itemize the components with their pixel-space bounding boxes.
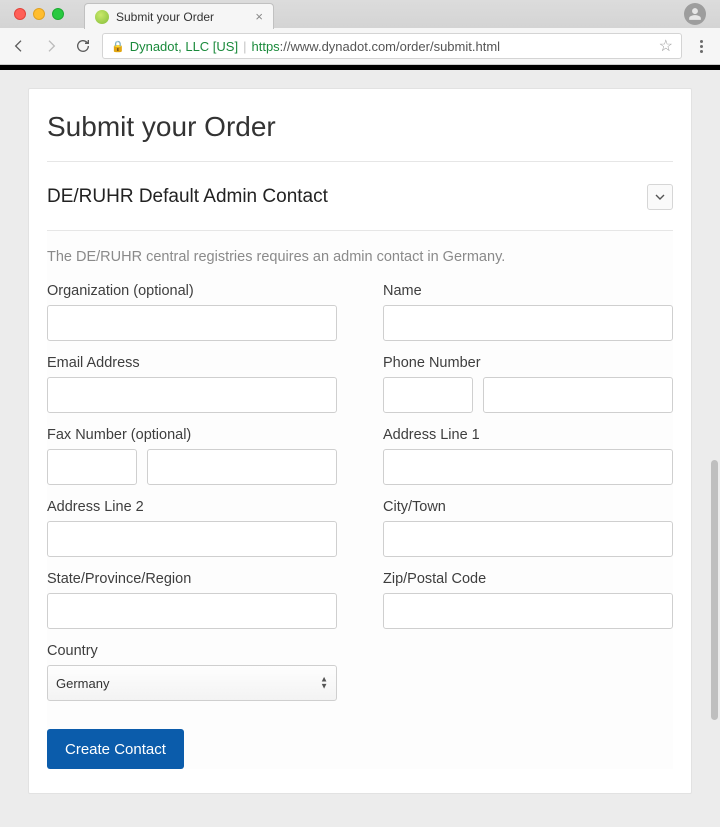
section-header: DE/RUHR Default Admin Contact	[47, 184, 673, 210]
phone-number-input[interactable]	[483, 377, 673, 413]
ev-cert-label: Dynadot, LLC [US]	[130, 39, 238, 54]
page-title: Submit your Order	[47, 111, 673, 143]
state-label: State/Province/Region	[47, 571, 337, 587]
country-field: Country Germany ▲▼	[47, 643, 337, 701]
fax-number-input[interactable]	[147, 449, 337, 485]
address2-field: Address Line 2	[47, 499, 337, 557]
tab-bar: Submit your Order ×	[0, 0, 720, 28]
url-path: ://www.dynadot.com/order/submit.html	[280, 39, 500, 54]
name-field: Name	[383, 283, 673, 341]
section-collapse-button[interactable]	[647, 184, 673, 210]
country-select[interactable]: Germany	[47, 665, 337, 701]
back-button[interactable]	[6, 33, 32, 59]
reload-button[interactable]	[70, 33, 96, 59]
phone-field: Phone Number	[383, 355, 673, 413]
city-label: City/Town	[383, 499, 673, 515]
zip-field: Zip/Postal Code	[383, 571, 673, 629]
country-label: Country	[47, 643, 337, 659]
fax-field: Fax Number (optional)	[47, 427, 337, 485]
forward-button[interactable]	[38, 33, 64, 59]
city-field: City/Town	[383, 499, 673, 557]
contact-form: The DE/RUHR central registries requires …	[47, 230, 673, 769]
organization-label: Organization (optional)	[47, 283, 337, 299]
address1-label: Address Line 1	[383, 427, 673, 443]
nav-bar: 🔒 Dynadot, LLC [US] | https://www.dynado…	[0, 28, 720, 64]
phone-country-code-input[interactable]	[383, 377, 473, 413]
browser-tab[interactable]: Submit your Order ×	[84, 3, 274, 29]
tab-title: Submit your Order	[116, 10, 214, 24]
url-display: https://www.dynadot.com/order/submit.htm…	[251, 39, 500, 54]
section-title: DE/RUHR Default Admin Contact	[47, 186, 328, 208]
window-maximize-button[interactable]	[52, 8, 64, 20]
create-contact-button[interactable]: Create Contact	[47, 729, 184, 769]
zip-input[interactable]	[383, 593, 673, 629]
organization-field: Organization (optional)	[47, 283, 337, 341]
email-field: Email Address	[47, 355, 337, 413]
window-minimize-button[interactable]	[33, 8, 45, 20]
window-close-button[interactable]	[14, 8, 26, 20]
url-separator: |	[243, 39, 246, 54]
lock-icon: 🔒	[111, 40, 125, 53]
name-label: Name	[383, 283, 673, 299]
divider	[47, 161, 673, 162]
order-card: Submit your Order DE/RUHR Default Admin …	[28, 88, 692, 794]
zip-label: Zip/Postal Code	[383, 571, 673, 587]
address2-input[interactable]	[47, 521, 337, 557]
form-intro-text: The DE/RUHR central registries requires …	[47, 249, 673, 265]
url-protocol: https	[251, 39, 279, 54]
address2-label: Address Line 2	[47, 499, 337, 515]
phone-label: Phone Number	[383, 355, 673, 371]
state-input[interactable]	[47, 593, 337, 629]
bookmark-star-icon[interactable]: ☆	[659, 36, 673, 56]
browser-chrome: Submit your Order × 🔒 Dynadot, LLC [US] …	[0, 0, 720, 65]
address-bar[interactable]: 🔒 Dynadot, LLC [US] | https://www.dynado…	[102, 33, 682, 59]
page-background: Submit your Order DE/RUHR Default Admin …	[0, 70, 720, 827]
state-field: State/Province/Region	[47, 571, 337, 629]
favicon-icon	[95, 10, 109, 24]
city-input[interactable]	[383, 521, 673, 557]
tab-close-icon[interactable]: ×	[255, 9, 263, 24]
fax-country-code-input[interactable]	[47, 449, 137, 485]
profile-avatar-icon[interactable]	[684, 3, 706, 25]
email-label: Email Address	[47, 355, 337, 371]
email-input[interactable]	[47, 377, 337, 413]
address1-input[interactable]	[383, 449, 673, 485]
name-input[interactable]	[383, 305, 673, 341]
address1-field: Address Line 1	[383, 427, 673, 485]
fax-label: Fax Number (optional)	[47, 427, 337, 443]
browser-menu-icon[interactable]	[688, 40, 714, 53]
scrollbar-thumb[interactable]	[711, 460, 718, 720]
organization-input[interactable]	[47, 305, 337, 341]
chevron-down-icon	[655, 194, 665, 200]
window-controls	[8, 8, 70, 20]
